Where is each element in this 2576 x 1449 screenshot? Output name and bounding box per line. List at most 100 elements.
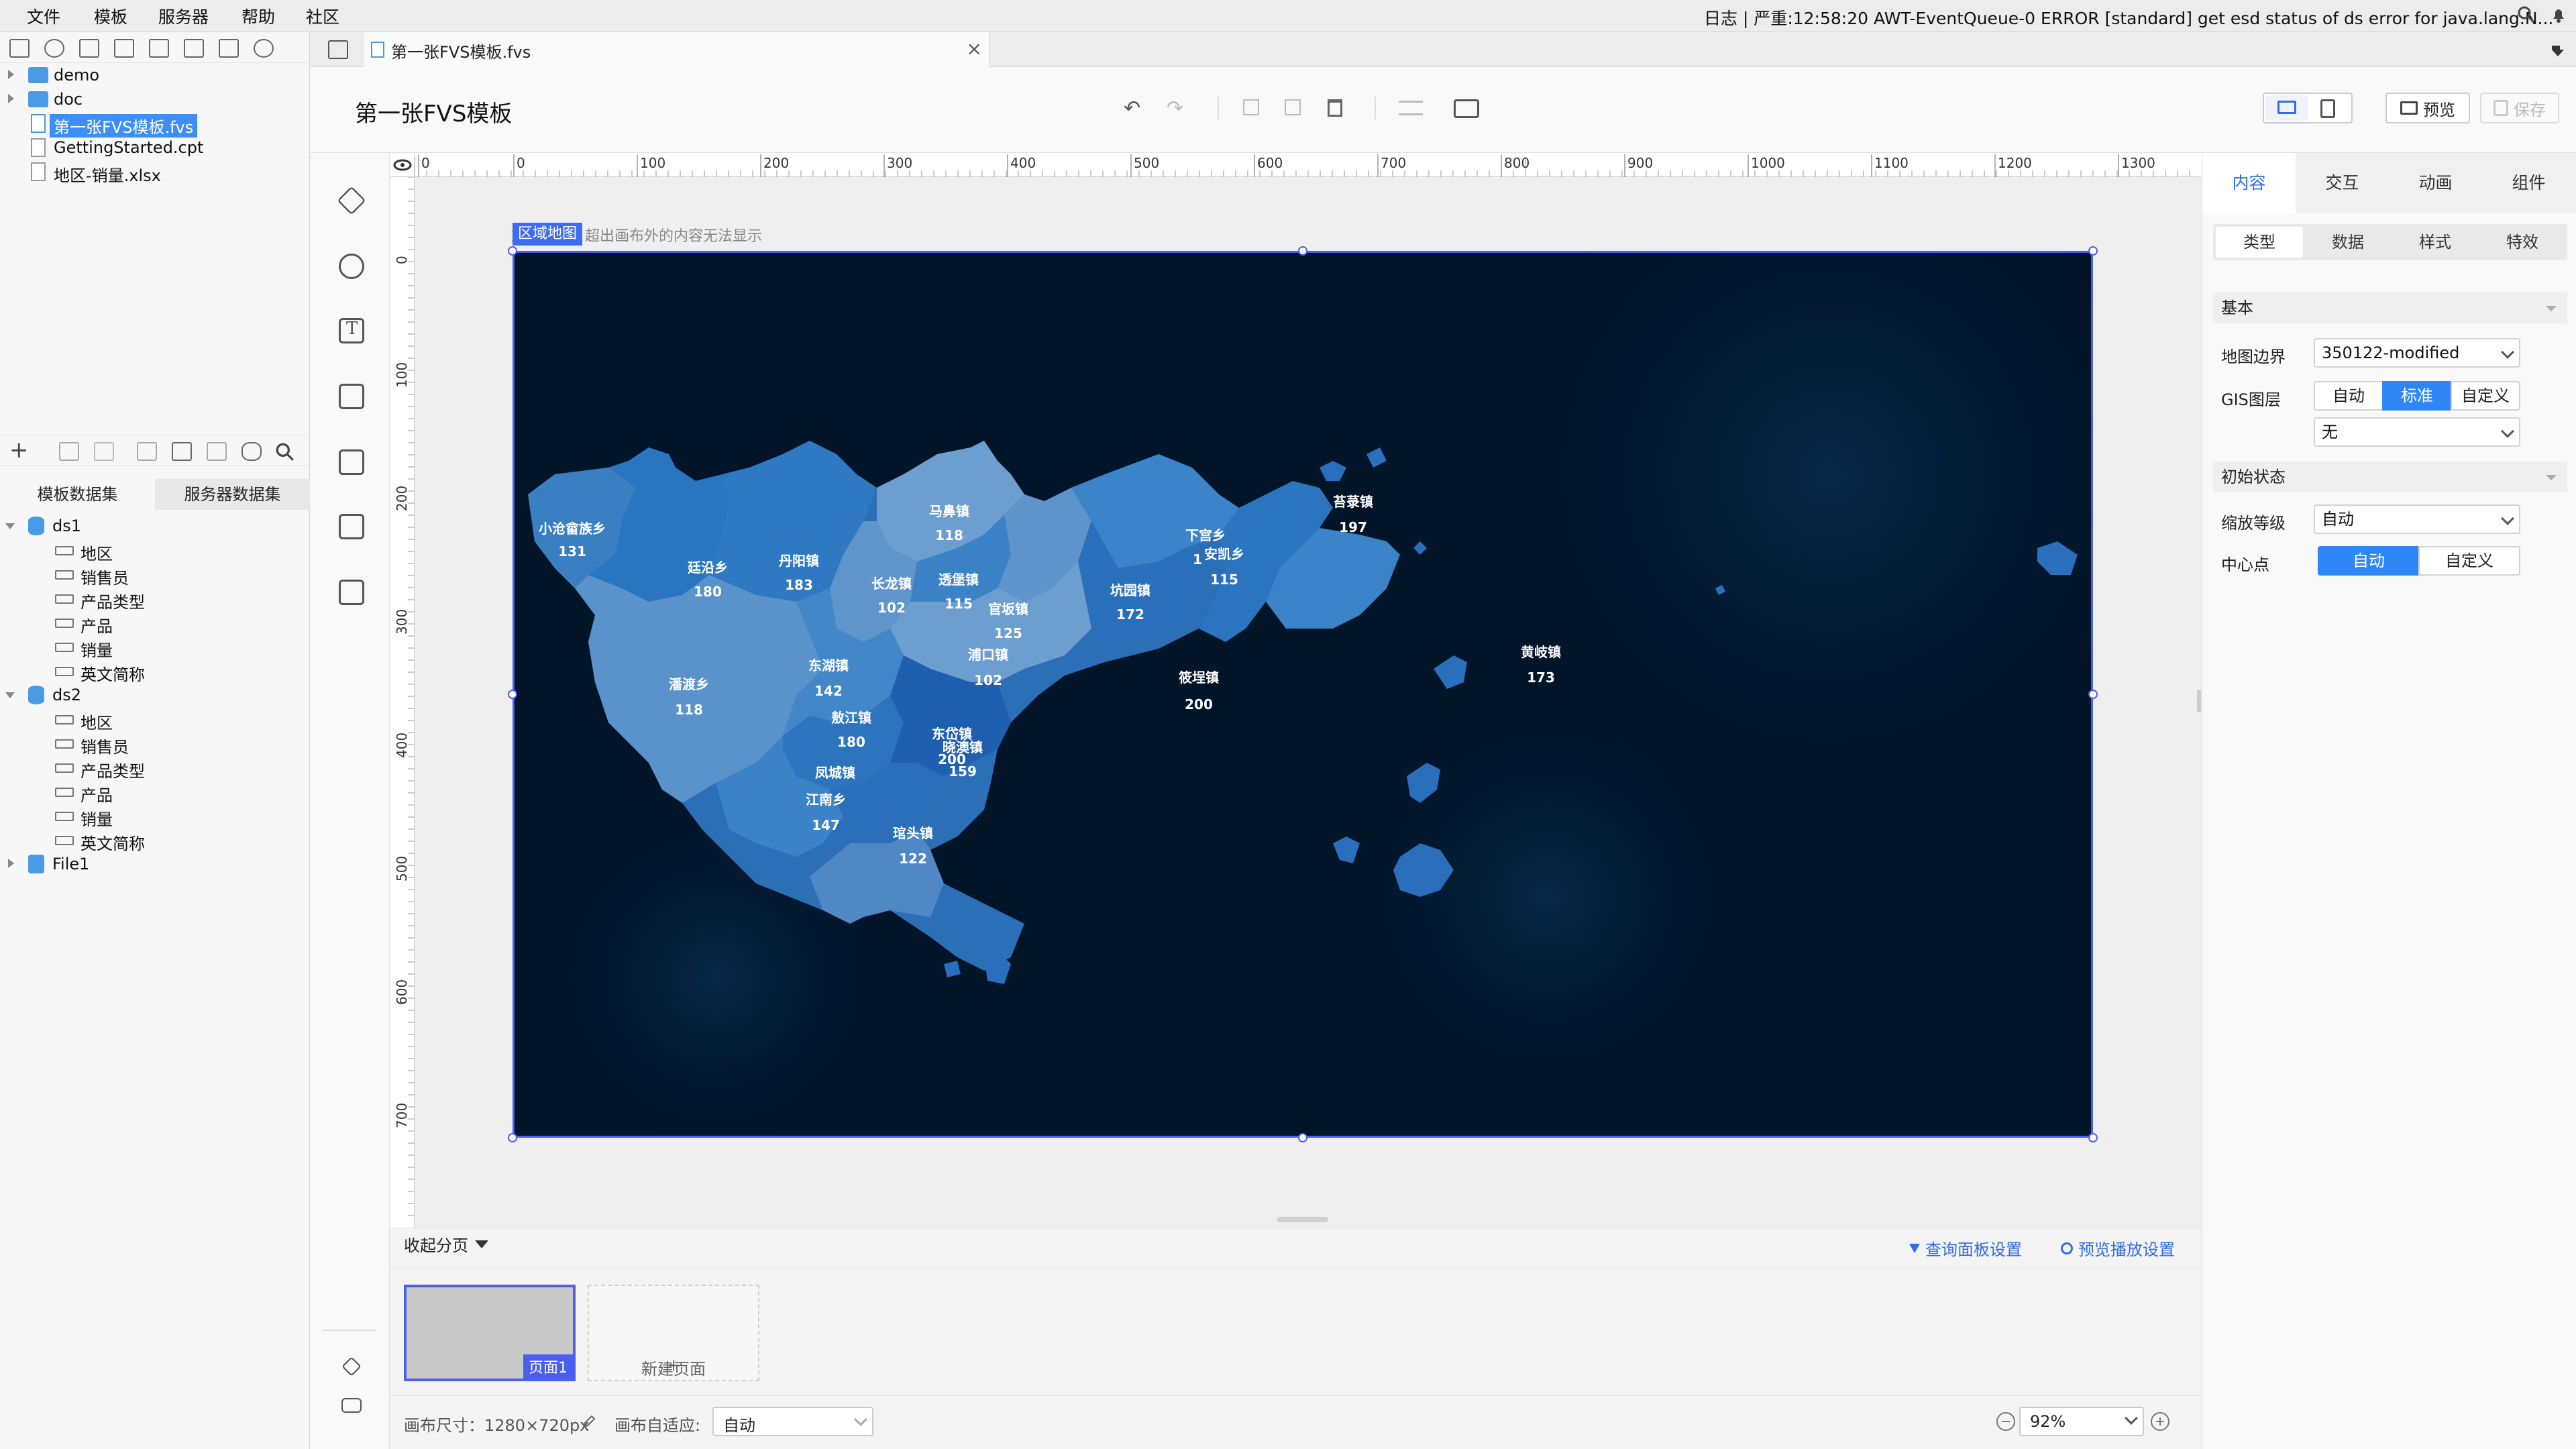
refresh-icon[interactable] (44, 39, 64, 58)
panel-resize-handle[interactable] (2197, 690, 2201, 712)
add-dataset-icon[interactable]: + (9, 437, 29, 464)
preview-button[interactable]: 预览 (2385, 93, 2470, 123)
section-basic[interactable]: 基本 (2213, 292, 2567, 323)
dataset-file1[interactable]: File1 (0, 852, 309, 876)
tab-fvs-template[interactable]: 第一张FVS模板.fvs × (364, 32, 989, 67)
table-icon[interactable] (172, 442, 192, 461)
page-thumbnail-1[interactable]: 页面1 (404, 1285, 576, 1381)
server-dataset-icon[interactable] (241, 442, 262, 461)
center-option-auto[interactable]: 自动 (2318, 546, 2420, 576)
tree-item-cpt[interactable]: GettingStarted.cpt (0, 136, 309, 160)
menu-community[interactable]: 社区 (306, 4, 339, 28)
resize-handle[interactable] (508, 690, 517, 699)
new-page-button[interactable]: + 新建页面 (588, 1285, 759, 1381)
chart-component-icon[interactable] (339, 254, 364, 279)
dataset-field[interactable]: 销售员 (0, 562, 309, 588)
tree-item-demo[interactable]: demo (0, 63, 309, 87)
copy-icon[interactable] (184, 39, 204, 58)
menu-file[interactable]: 文件 (27, 4, 60, 28)
3d-component-icon[interactable] (337, 186, 366, 215)
gis-option-standard[interactable]: 标准 (2382, 381, 2452, 411)
search-dataset-icon[interactable] (275, 442, 295, 462)
gis-option-auto[interactable]: 自动 (2314, 381, 2383, 411)
expand-icon[interactable] (8, 94, 14, 103)
table-component-icon[interactable] (339, 514, 364, 539)
tab-animation[interactable]: 动画 (2389, 153, 2482, 213)
dataset-field[interactable]: 英文简称 (0, 828, 309, 853)
device-toggle[interactable] (2263, 93, 2353, 123)
dataset-field[interactable]: 销售员 (0, 731, 309, 757)
subtab-type[interactable]: 类型 (2216, 227, 2303, 258)
resize-handle[interactable] (2088, 690, 2098, 699)
preview-play-settings-link[interactable]: 预览播放设置 (2061, 1236, 2175, 1260)
dataset-field[interactable]: 英文简称 (0, 659, 309, 684)
resize-handle[interactable] (1298, 1133, 1307, 1142)
tree-item-doc[interactable]: doc (0, 87, 309, 111)
dataset-field[interactable]: 销量 (0, 635, 309, 660)
gis-layer-select[interactable]: 无 (2314, 417, 2520, 447)
expand-icon[interactable] (8, 70, 14, 79)
delete-dataset-icon[interactable] (94, 442, 114, 461)
pin-icon[interactable] (2549, 42, 2567, 59)
dataset-field[interactable]: 产品 (0, 780, 309, 805)
region-map-component[interactable]: 小沧畲族乡 131 廷沿乡 180 丹阳镇 183 马鼻镇 118 长龙镇 10… (513, 251, 2093, 1138)
delete-icon[interactable] (149, 39, 169, 58)
redo-button[interactable]: ↷ (1167, 97, 1183, 120)
tree-item-xlsx[interactable]: 地区-销量.xlsx (0, 160, 309, 185)
collapse-icon[interactable] (5, 523, 15, 529)
resize-handle[interactable] (2088, 1133, 2098, 1142)
undo-button[interactable]: ↶ (1124, 97, 1140, 120)
map-boundary-select[interactable]: 350122-modified (2314, 338, 2520, 368)
text-component-icon[interactable]: T (339, 318, 364, 343)
eye-icon[interactable] (390, 153, 415, 177)
menu-template[interactable]: 模板 (94, 4, 127, 28)
tab-template-datasets[interactable]: 模板数据集 (0, 479, 155, 510)
layer-order-icon[interactable] (1454, 99, 1479, 118)
dataset-field[interactable]: 地区 (0, 707, 309, 733)
tab-server-datasets[interactable]: 服务器数据集 (155, 479, 310, 510)
dataset-field[interactable]: 销量 (0, 804, 309, 829)
zoom-in-icon[interactable] (2151, 1412, 2169, 1431)
collapse-icon[interactable] (5, 692, 15, 698)
page-title[interactable]: 第一张FVS模板 (355, 95, 512, 128)
layers-icon[interactable] (341, 1356, 362, 1377)
pagebar-drag-handle[interactable] (1277, 1217, 1328, 1222)
tab-content[interactable]: 内容 (2202, 153, 2296, 213)
subtab-data[interactable]: 数据 (2304, 227, 2392, 258)
subtab-effects[interactable]: 特效 (2479, 227, 2566, 258)
desktop-view-button[interactable] (2265, 95, 2308, 121)
collapse-pages-button[interactable]: 收起分页 (404, 1232, 488, 1256)
resize-handle[interactable] (508, 246, 517, 256)
resize-handle[interactable] (508, 1133, 517, 1142)
zoom-select[interactable]: 92% (2019, 1407, 2144, 1436)
dataset-field[interactable]: 产品类型 (0, 755, 309, 781)
dataset-field[interactable]: 产品 (0, 610, 309, 636)
resize-handle[interactable] (2088, 246, 2098, 256)
media-component-icon[interactable] (339, 384, 364, 409)
container-component-icon[interactable] (339, 449, 364, 475)
edit-size-icon[interactable] (581, 1413, 597, 1430)
search-icon[interactable] (2517, 5, 2536, 24)
log-message[interactable]: 日志 | 严重:12:58:20 AWT-EventQueue-0 ERROR … (1704, 5, 2553, 30)
query-panel-settings-link[interactable]: 查询面板设置 (1909, 1236, 2022, 1260)
tab-list-icon[interactable] (328, 40, 348, 59)
locate-icon[interactable] (254, 39, 274, 58)
dataset-field[interactable]: 产品类型 (0, 586, 309, 612)
preview-data-icon[interactable] (137, 442, 157, 461)
mobile-icon[interactable] (2320, 99, 2335, 118)
zoom-level-select[interactable]: 自动 (2314, 504, 2520, 534)
trash-icon[interactable] (219, 39, 239, 58)
bring-forward-icon[interactable] (1243, 99, 1259, 115)
edit-icon[interactable] (59, 442, 79, 461)
center-option-custom[interactable]: 自定义 (2418, 546, 2520, 576)
new-file-icon[interactable] (9, 39, 30, 58)
save-template-icon[interactable] (114, 39, 134, 58)
send-backward-icon[interactable] (1285, 99, 1301, 115)
keyboard-icon[interactable] (341, 1398, 362, 1413)
tab-interaction[interactable]: 交互 (2296, 153, 2389, 213)
subtab-style[interactable]: 样式 (2392, 227, 2479, 258)
gis-option-custom[interactable]: 自定义 (2451, 381, 2520, 411)
align-icon[interactable] (1399, 101, 1423, 115)
menu-server[interactable]: 服务器 (158, 4, 209, 28)
dataset-ds1[interactable]: ds1 (0, 514, 309, 538)
